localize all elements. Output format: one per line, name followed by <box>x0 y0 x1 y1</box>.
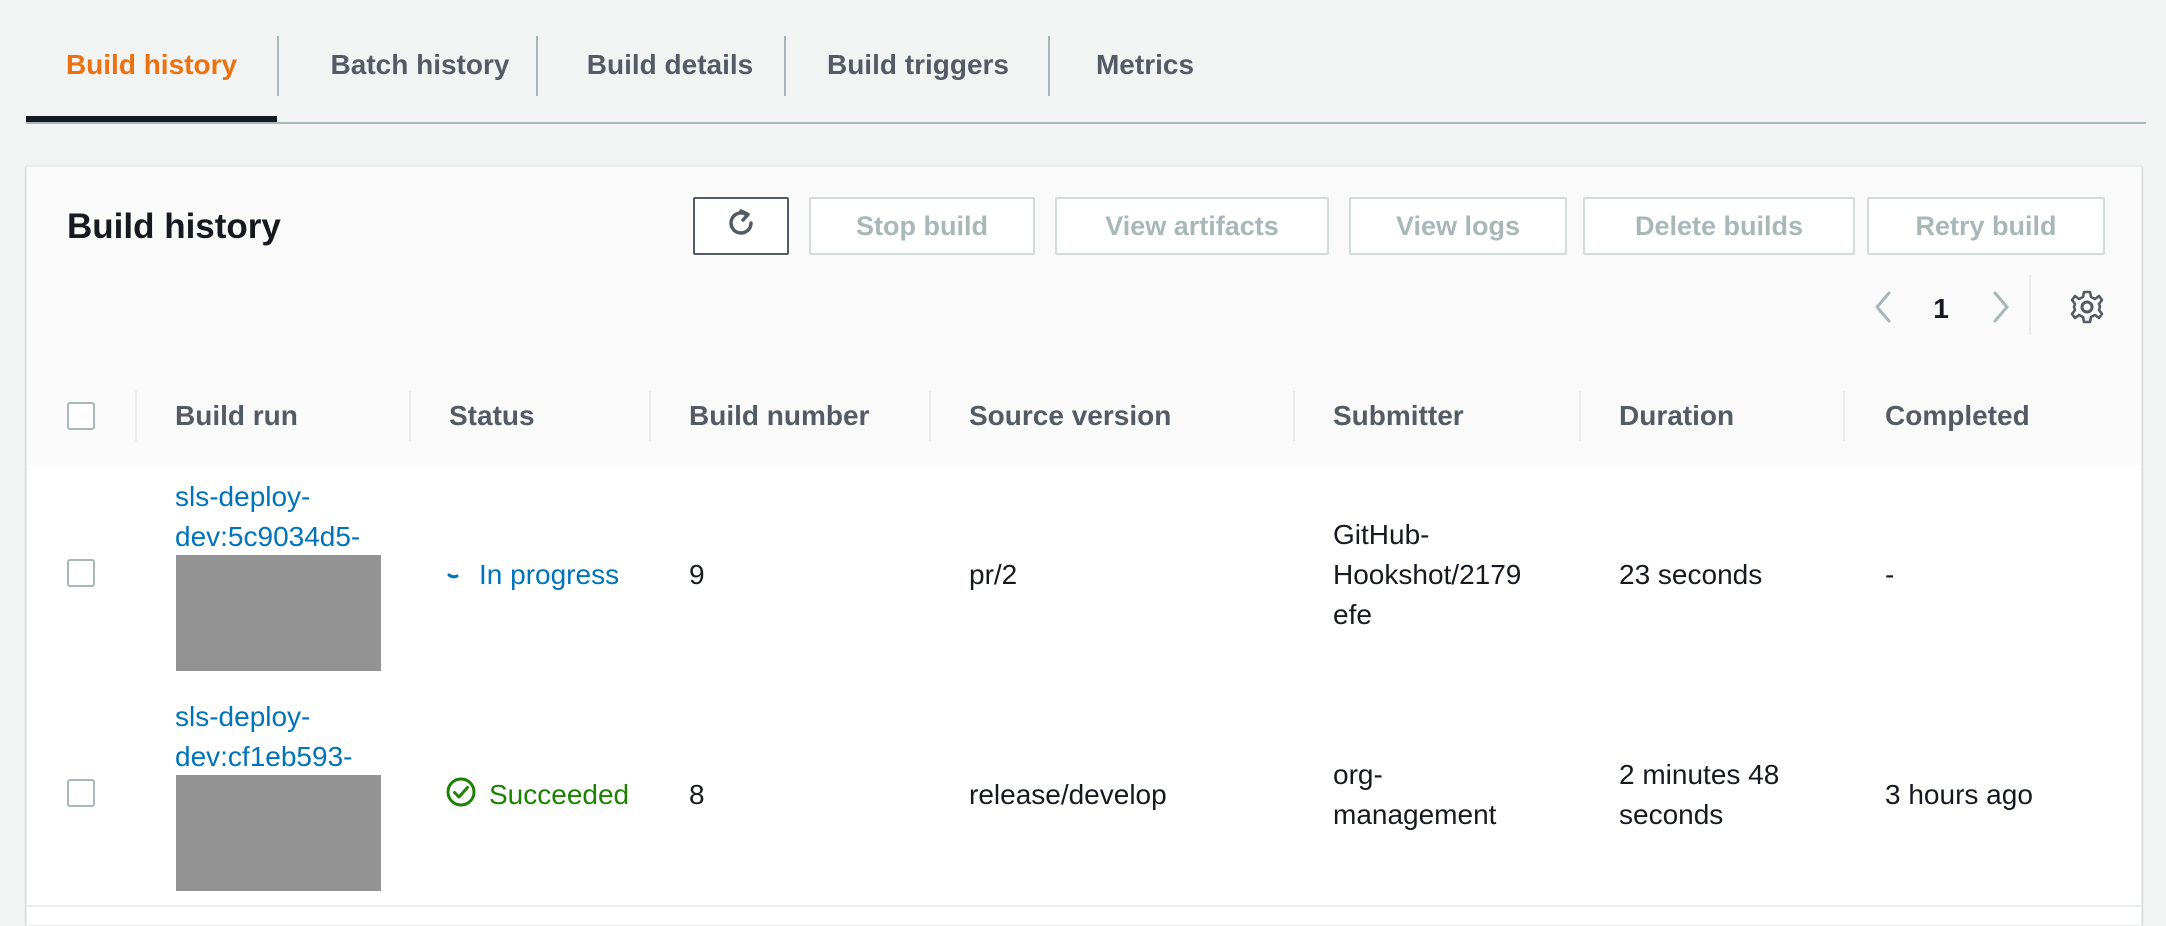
column-divider <box>649 391 651 441</box>
column-header-build-run[interactable]: Build run <box>175 367 298 465</box>
panel-header: Build history Stop build View artifacts … <box>27 167 2141 368</box>
submitter-line: org- <box>1333 759 1383 790</box>
previous-page-button[interactable] <box>1863 285 1903 333</box>
column-header-source-version[interactable]: Source version <box>969 367 1171 465</box>
column-header-build-number[interactable]: Build number <box>689 367 869 465</box>
status-label: In progress <box>479 559 620 590</box>
build-run-link[interactable]: sls-deploy- dev:5c9034d5- <box>175 477 385 557</box>
chevron-right-icon <box>1991 290 2011 329</box>
preferences-button[interactable] <box>2063 285 2111 333</box>
duration: 23 seconds <box>1619 465 1762 685</box>
refresh-button[interactable] <box>693 197 789 255</box>
status-in-progress: In progress <box>445 465 619 685</box>
column-divider <box>1843 391 1845 441</box>
pagination-divider <box>2029 275 2031 335</box>
column-divider <box>1293 391 1295 441</box>
tab-build-triggers[interactable]: Build triggers <box>786 34 1050 96</box>
build-run-link-line: dev:5c9034d5- <box>175 521 361 552</box>
current-page-number[interactable]: 1 <box>1921 285 1961 333</box>
completed: 3 hours ago <box>1885 779 2033 810</box>
table-row: sls-deploy- dev:cf1eb593- Succeeded 8 re… <box>27 685 2141 907</box>
select-all-checkbox[interactable] <box>67 402 95 430</box>
column-header-submitter[interactable]: Submitter <box>1333 367 1464 465</box>
column-divider <box>929 391 931 441</box>
redacted-region <box>176 555 381 671</box>
column-header-completed[interactable]: Completed <box>1885 367 2030 465</box>
build-run-link-line: sls-deploy- <box>175 481 311 512</box>
refresh-icon <box>724 206 758 247</box>
submitter-line: GitHub- <box>1333 519 1430 550</box>
tab-batch-history[interactable]: Batch history <box>279 34 561 96</box>
submitter-line: Hookshot/2179 <box>1333 559 1522 590</box>
submitter-line: efe <box>1333 599 1372 630</box>
duration-line: 23 seconds <box>1619 559 1763 590</box>
submitter-line: management <box>1333 799 1497 830</box>
submitter: GitHub- Hookshot/2179 efe <box>1333 465 1573 685</box>
status-label: Succeeded <box>489 779 630 810</box>
view-logs-button[interactable]: View logs <box>1349 197 1567 255</box>
row-checkbox[interactable] <box>67 779 95 807</box>
build-run-link-line: dev:cf1eb593- <box>175 741 353 772</box>
status-succeeded: Succeeded <box>445 685 629 905</box>
build-history-panel: Build history Stop build View artifacts … <box>26 166 2142 926</box>
tab-build-history[interactable]: Build history <box>26 34 277 96</box>
table-row: sls-deploy- dev:5c9034d5- In progress 9 … <box>27 465 2141 687</box>
completed: - <box>1885 559 1895 590</box>
active-tab-indicator <box>26 116 277 122</box>
tab-bar: Build history Batch history Build detail… <box>26 0 2146 124</box>
column-divider <box>1579 391 1581 441</box>
column-divider <box>135 391 137 441</box>
duration-line: seconds <box>1619 799 1724 830</box>
retry-build-button[interactable]: Retry build <box>1867 197 2105 255</box>
duration: 2 minutes 48 seconds <box>1619 685 1839 905</box>
gear-icon <box>2069 289 2105 330</box>
tab-metrics[interactable]: Metrics <box>1050 34 1240 96</box>
duration-line: 2 minutes 48 <box>1619 759 1780 790</box>
source-version: pr/2 <box>969 559 1018 590</box>
column-header-status[interactable]: Status <box>449 367 535 465</box>
delete-builds-button[interactable]: Delete builds <box>1583 197 1855 255</box>
build-run-link[interactable]: sls-deploy- dev:cf1eb593- <box>175 697 385 777</box>
redacted-region <box>176 775 381 891</box>
chevron-left-icon <box>1873 290 1893 329</box>
build-run-link-line: sls-deploy- <box>175 701 311 732</box>
row-checkbox[interactable] <box>67 559 95 587</box>
table-header: Build run Status Build number Source ver… <box>27 367 2141 466</box>
submitter: org- management <box>1333 685 1573 905</box>
check-circle-icon <box>445 776 477 815</box>
stop-build-button[interactable]: Stop build <box>809 197 1035 255</box>
source-version: release/develop <box>969 779 1167 810</box>
tab-build-details[interactable]: Build details <box>538 34 802 96</box>
column-divider <box>409 391 411 441</box>
next-page-button[interactable] <box>1981 285 2021 333</box>
build-number: 8 <box>689 779 705 810</box>
panel-title: Build history <box>67 207 281 246</box>
build-number: 9 <box>689 559 705 590</box>
column-header-duration[interactable]: Duration <box>1619 367 1734 465</box>
view-artifacts-button[interactable]: View artifacts <box>1055 197 1329 255</box>
spinner-icon <box>445 559 467 591</box>
